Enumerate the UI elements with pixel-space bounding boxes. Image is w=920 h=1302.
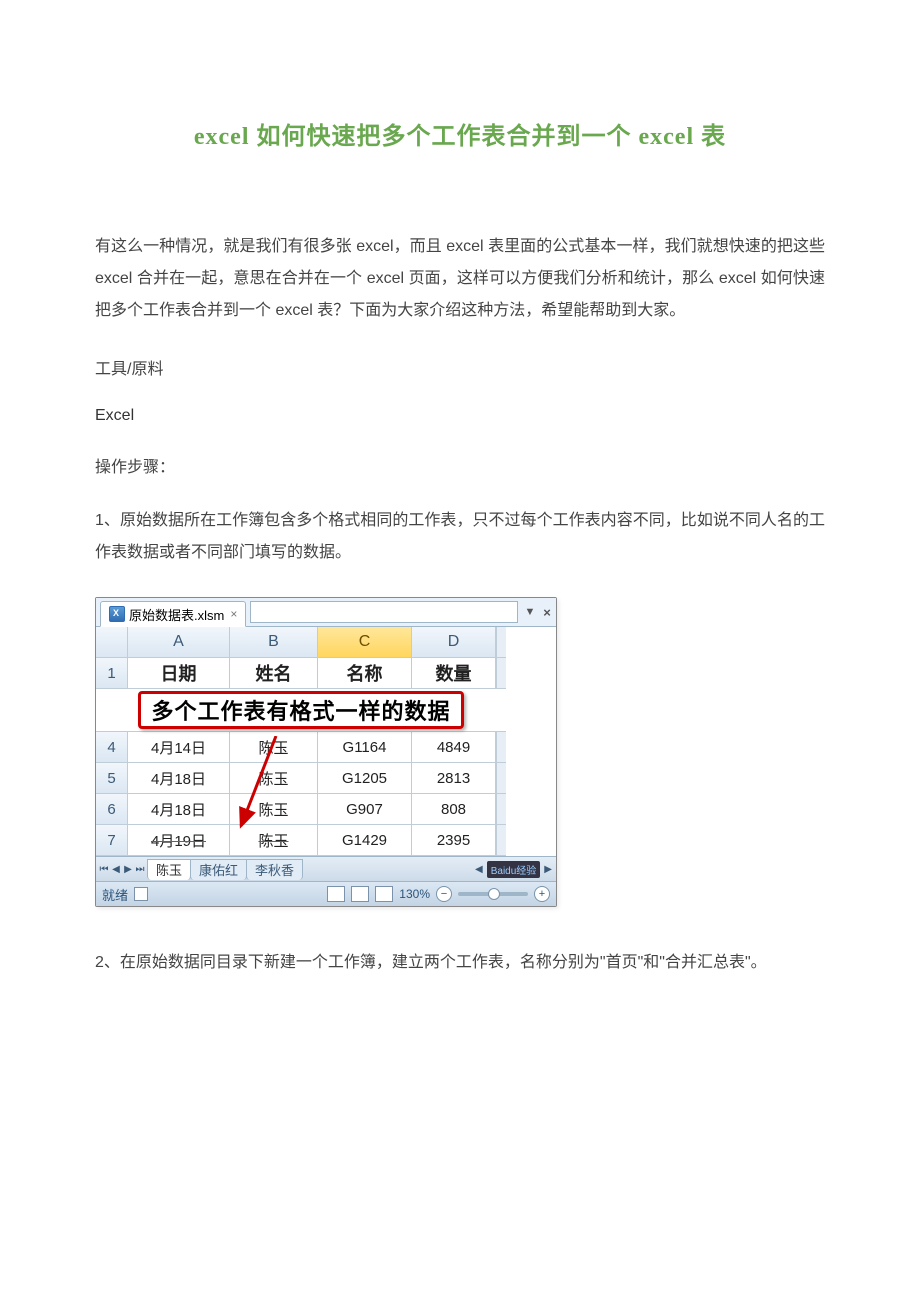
scroll-edge xyxy=(496,627,506,658)
header-title[interactable]: 名称 xyxy=(318,658,412,689)
table-cell[interactable]: G1429 xyxy=(318,825,412,856)
table-cell[interactable]: 陈玉 xyxy=(230,732,318,763)
col-header-d[interactable]: D xyxy=(412,627,496,658)
zoom-out-button[interactable]: − xyxy=(436,886,452,902)
view-break-icon[interactable] xyxy=(375,886,393,902)
table-cell[interactable]: 陈玉 xyxy=(230,763,318,794)
step-1: 1、原始数据所在工作簿包含多个格式相同的工作表，只不过每个工作表内容不同，比如说… xyxy=(95,505,825,569)
table-cell[interactable]: 2813 xyxy=(412,763,496,794)
workbook-tab[interactable]: 原始数据表.xlsm × xyxy=(100,601,246,627)
row-header[interactable]: 4 xyxy=(96,732,128,763)
table-cell[interactable]: G1205 xyxy=(318,763,412,794)
row-header[interactable]: 6 xyxy=(96,794,128,825)
view-layout-icon[interactable] xyxy=(351,886,369,902)
table-cell[interactable]: 陈玉 xyxy=(230,794,318,825)
sheet-tab[interactable]: 康佑红 xyxy=(190,859,247,880)
table-cell[interactable]: G1164 xyxy=(318,732,412,763)
annotation-banner: 多个工作表有格式一样的数据 xyxy=(96,689,506,732)
row-header[interactable]: 5 xyxy=(96,763,128,794)
col-header-b[interactable]: B xyxy=(230,627,318,658)
excel-screenshot: 原始数据表.xlsm × ▼ × A B C D 1 日期 姓名 名称 数量 多… xyxy=(95,597,557,907)
dropdown-icon[interactable]: ▼ xyxy=(522,606,538,618)
sheet-tabs-bar: ⏮ ◀ ▶ ⏭ 陈玉 康佑红 李秋香 ◀ Baidu经验 ▶ xyxy=(96,856,556,881)
tool-item: Excel xyxy=(95,407,825,425)
view-normal-icon[interactable] xyxy=(327,886,345,902)
header-qty[interactable]: 数量 xyxy=(412,658,496,689)
spreadsheet-grid: A B C D 1 日期 姓名 名称 数量 多个工作表有格式一样的数据 4 4月… xyxy=(96,627,556,856)
status-ready-label: 就绪 xyxy=(102,885,128,904)
row-header-1[interactable]: 1 xyxy=(96,658,128,689)
col-header-a[interactable]: A xyxy=(128,627,230,658)
select-all-corner[interactable] xyxy=(96,627,128,658)
intro-paragraph: 有这么一种情况，就是我们有很多张 excel，而且 excel 表里面的公式基本… xyxy=(95,231,825,327)
header-date[interactable]: 日期 xyxy=(128,658,230,689)
sheet-tab-active[interactable]: 陈玉 xyxy=(147,859,191,880)
annotation-text: 多个工作表有格式一样的数据 xyxy=(138,691,463,729)
status-bar: 就绪 130% − + xyxy=(96,881,556,906)
page-title: excel 如何快速把多个工作表合并到一个 excel 表 xyxy=(95,116,825,151)
table-cell[interactable]: 4月19日 xyxy=(128,825,230,856)
macro-record-icon[interactable] xyxy=(134,887,148,901)
nav-prev-icon[interactable]: ◀ xyxy=(110,864,122,875)
table-cell[interactable]: 2395 xyxy=(412,825,496,856)
row-header[interactable]: 7 xyxy=(96,825,128,856)
table-cell[interactable]: G907 xyxy=(318,794,412,825)
tools-heading: 工具/原料 xyxy=(95,355,825,379)
table-cell[interactable]: 4月14日 xyxy=(128,732,230,763)
header-name[interactable]: 姓名 xyxy=(230,658,318,689)
scroll-right-icon[interactable]: ▶ xyxy=(542,864,554,875)
table-cell[interactable]: 808 xyxy=(412,794,496,825)
nav-first-icon[interactable]: ⏮ xyxy=(98,864,110,875)
excel-file-icon xyxy=(109,606,125,622)
table-cell[interactable]: 4月18日 xyxy=(128,763,230,794)
zoom-level[interactable]: 130% xyxy=(399,887,430,901)
scroll-left-icon[interactable]: ◀ xyxy=(473,864,485,875)
watermark: Baidu经验 xyxy=(487,861,541,878)
col-header-c[interactable]: C xyxy=(318,627,412,658)
table-cell[interactable]: 4月18日 xyxy=(128,794,230,825)
nav-next-icon[interactable]: ▶ xyxy=(122,864,134,875)
zoom-slider[interactable] xyxy=(458,892,528,896)
step-2: 2、在原始数据同目录下新建一个工作簿，建立两个工作表，名称分别为"首页"和"合并… xyxy=(95,947,825,979)
sheet-nav-buttons: ⏮ ◀ ▶ ⏭ xyxy=(96,864,148,875)
formula-bar[interactable] xyxy=(250,601,518,623)
window-collapse-icon[interactable]: × xyxy=(538,605,556,620)
steps-heading: 操作步骤： xyxy=(95,453,825,477)
workbook-filename: 原始数据表.xlsm xyxy=(129,605,224,624)
table-cell[interactable]: 4849 xyxy=(412,732,496,763)
file-tab-bar: 原始数据表.xlsm × ▼ × xyxy=(96,598,556,627)
nav-last-icon[interactable]: ⏭ xyxy=(134,864,146,875)
zoom-in-button[interactable]: + xyxy=(534,886,550,902)
document-page: excel 如何快速把多个工作表合并到一个 excel 表 有这么一种情况，就是… xyxy=(0,0,920,1302)
table-cell[interactable]: 陈玉 xyxy=(230,825,318,856)
close-workbook-icon[interactable]: × xyxy=(230,607,237,621)
sheet-tab[interactable]: 李秋香 xyxy=(246,859,303,880)
